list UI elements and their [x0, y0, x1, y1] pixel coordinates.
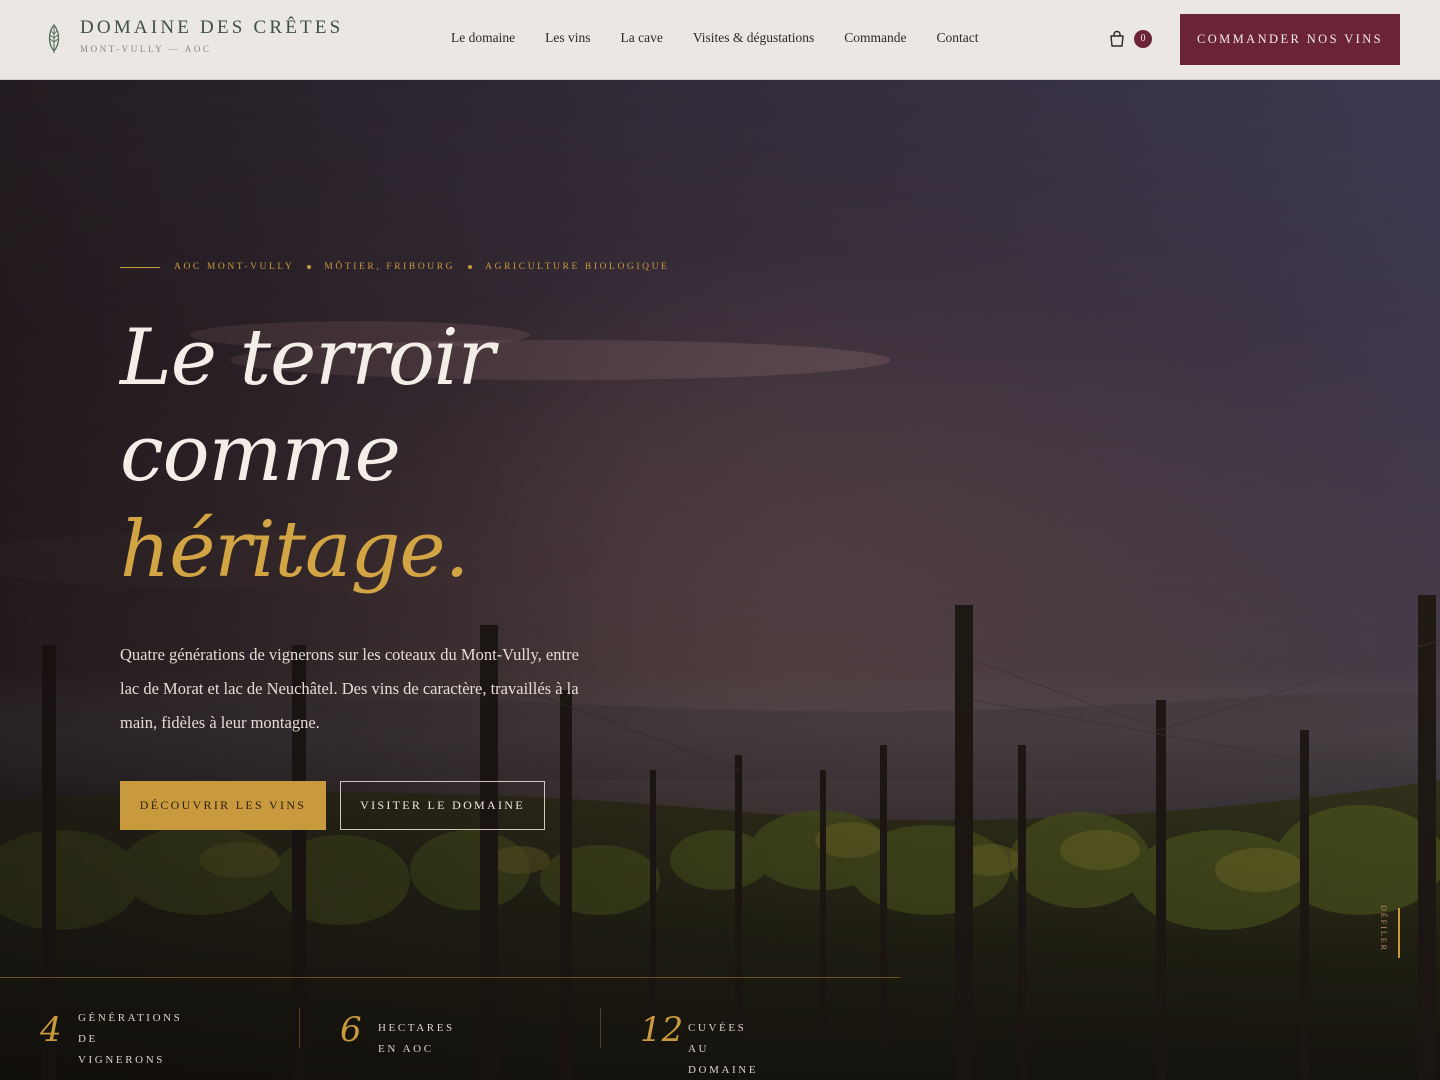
headline-line-2: comme — [120, 409, 401, 499]
hero-section: AOC MONT-VULLY MÔTIER, FRIBOURG AGRICULT… — [0, 80, 1440, 1080]
discover-wines-button[interactable]: DÉCOUVRIR LES VINS — [120, 781, 326, 830]
eyebrow-dot — [468, 265, 473, 269]
scroll-label: DÉFILER — [1378, 905, 1388, 952]
eyebrow-location: MÔTIER, FRIBOURG — [324, 262, 456, 272]
order-wines-button[interactable]: COMMANDER NOS VINS — [1180, 14, 1400, 65]
brand-subtitle: MONT-VULLY — AOC — [80, 44, 212, 54]
headline-line-3: héritage. — [120, 505, 469, 595]
stat-value: 4 — [40, 1010, 62, 1050]
main-nav: Le domaine Les vins La cave Visites & dé… — [451, 30, 1009, 46]
nav-item-commande[interactable]: Commande — [844, 30, 906, 46]
hero-lead-text: Quatre générations de vignerons sur les … — [120, 645, 579, 732]
scroll-indicator[interactable]: DÉFILER — [1368, 902, 1408, 962]
nav-item-la-cave[interactable]: La cave — [620, 30, 662, 46]
stat-label: CUVÉES AU DOMAINE — [688, 1022, 759, 1076]
nav-item-le-domaine[interactable]: Le domaine — [451, 30, 515, 46]
eyebrow-organic: AGRICULTURE BIOLOGIQUE — [485, 262, 670, 272]
stat-separator — [600, 1008, 601, 1048]
visit-domain-button[interactable]: VISITER LE DOMAINE — [340, 781, 545, 830]
hero-eyebrow: AOC MONT-VULLY MÔTIER, FRIBOURG AGRICULT… — [120, 262, 669, 272]
eyebrow-appellation: AOC MONT-VULLY — [174, 262, 295, 272]
leaf-icon — [48, 24, 60, 53]
headline-line-1: Le terroir — [120, 313, 495, 403]
stat-label-line-2: VIGNERONS — [78, 1054, 165, 1066]
site-header: DOMAINE DES CRÊTES MONT-VULLY — AOC Le d… — [0, 0, 1440, 80]
stat-label-line-1: GÉNÉRATIONS DE — [78, 1012, 183, 1045]
stat-label: GÉNÉRATIONS DE VIGNERONS — [78, 1008, 182, 1071]
eyebrow-rule — [120, 266, 160, 268]
brand-name: DOMAINE DES CRÊTES — [80, 17, 344, 38]
shopping-bag-icon — [1110, 30, 1124, 47]
stat-separator — [299, 1008, 300, 1048]
cart-button[interactable]: 0 — [1109, 28, 1155, 52]
nav-item-visites[interactable]: Visites & dégustations — [693, 30, 814, 46]
stats-divider — [0, 977, 900, 978]
scroll-bar — [1398, 908, 1400, 958]
eyebrow-dot — [307, 265, 312, 269]
stat-value: 6 — [340, 1010, 362, 1050]
cart-count-badge: 0 — [1134, 30, 1152, 48]
stat-value: 12 — [640, 1010, 684, 1050]
nav-item-les-vins[interactable]: Les vins — [545, 30, 590, 46]
nav-item-contact[interactable]: Contact — [937, 30, 979, 46]
hero-headline: Le terroir comme héritage. — [120, 310, 720, 598]
stat-label: HECTARES EN AOC — [378, 1022, 455, 1055]
